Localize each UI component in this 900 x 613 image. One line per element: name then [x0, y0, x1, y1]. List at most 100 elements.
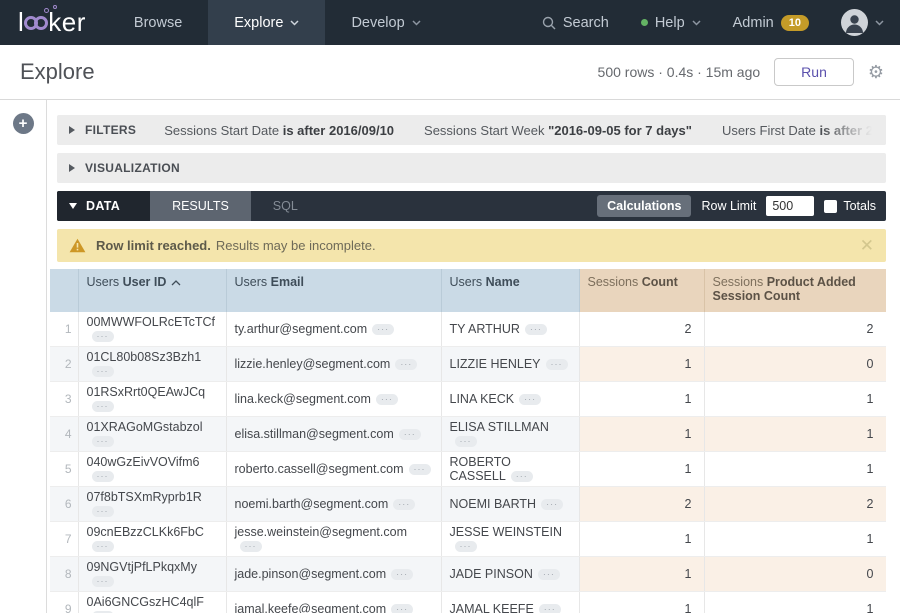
cell-email[interactable]: ty.arthur@segment.com··· [226, 312, 441, 347]
data-section-toggle[interactable]: DATA [57, 191, 150, 221]
totals-checkbox[interactable] [824, 200, 837, 213]
cell-menu-icon[interactable]: ··· [391, 569, 413, 580]
cell-count[interactable]: 1 [579, 347, 704, 382]
cell-count[interactable]: 2 [579, 487, 704, 522]
cell-user-id[interactable]: 01RSxRrt0QEAwJCq··· [78, 382, 226, 417]
cell-menu-icon[interactable]: ··· [455, 541, 477, 552]
cell-name[interactable]: LIZZIE HENLEY··· [441, 347, 579, 382]
cell-email[interactable]: noemi.barth@segment.com··· [226, 487, 441, 522]
cell-menu-icon[interactable]: ··· [92, 471, 114, 482]
column-header-name[interactable]: Users Name [441, 269, 579, 312]
visualization-bar[interactable]: VISUALIZATION [57, 153, 886, 183]
cell-menu-icon[interactable]: ··· [395, 359, 417, 370]
cell-menu-icon[interactable]: ··· [376, 394, 398, 405]
nav-item-browse[interactable]: Browse [108, 0, 208, 45]
cell-menu-icon[interactable]: ··· [92, 401, 114, 412]
cell-email[interactable]: elisa.stillman@segment.com··· [226, 417, 441, 452]
column-header-email[interactable]: Users Email [226, 269, 441, 312]
cell-user-id[interactable]: 0Ai6GNCGszHC4qlF··· [78, 592, 226, 613]
nav-admin[interactable]: Admin 10 [717, 15, 825, 31]
cell-user-id[interactable]: 09NGVtjPfLPkqxMy··· [78, 557, 226, 592]
cell-menu-icon[interactable]: ··· [519, 394, 541, 405]
cell-menu-icon[interactable]: ··· [455, 436, 477, 447]
add-field-button[interactable]: + [13, 113, 34, 134]
calculations-button[interactable]: Calculations [597, 195, 691, 217]
cell-name[interactable]: ELISA STILLMAN··· [441, 417, 579, 452]
cell-email[interactable]: lina.keck@segment.com··· [226, 382, 441, 417]
cell-product-added[interactable]: 0 [704, 347, 886, 382]
cell-product-added[interactable]: 1 [704, 452, 886, 487]
navbar-right: Search Help Admin 10 [526, 0, 900, 45]
cell-name[interactable]: JADE PINSON··· [441, 557, 579, 592]
cell-menu-icon[interactable]: ··· [539, 604, 561, 613]
nav-user-menu[interactable] [825, 9, 900, 36]
cell-email[interactable]: jesse.weinstein@segment.com··· [226, 522, 441, 557]
filter-item[interactable]: Sessions Start Week "2016-09-05 for 7 da… [424, 123, 692, 138]
run-button[interactable]: Run [774, 58, 854, 86]
tab-sql[interactable]: SQL [251, 191, 320, 221]
cell-menu-icon[interactable]: ··· [511, 471, 533, 482]
cell-menu-icon[interactable]: ··· [538, 569, 560, 580]
row-limit-input[interactable] [766, 196, 814, 216]
cell-email[interactable]: roberto.cassell@segment.com··· [226, 452, 441, 487]
cell-menu-icon[interactable]: ··· [92, 506, 114, 517]
cell-menu-icon[interactable]: ··· [399, 429, 421, 440]
cell-product-added[interactable]: 1 [704, 417, 886, 452]
cell-product-added[interactable]: 0 [704, 557, 886, 592]
nav-item-develop[interactable]: Develop [325, 0, 446, 45]
cell-count[interactable]: 1 [579, 592, 704, 613]
cell-email[interactable]: jamal.keefe@segment.com··· [226, 592, 441, 613]
cell-count[interactable]: 1 [579, 452, 704, 487]
cell-menu-icon[interactable]: ··· [409, 464, 431, 475]
cell-menu-icon[interactable]: ··· [92, 541, 114, 552]
cell-name[interactable]: JAMAL KEEFE··· [441, 592, 579, 613]
cell-name[interactable]: JESSE WEINSTEIN··· [441, 522, 579, 557]
close-icon[interactable]: ✕ [860, 236, 874, 256]
cell-menu-icon[interactable]: ··· [525, 324, 547, 335]
cell-menu-icon[interactable]: ··· [372, 324, 394, 335]
filter-item[interactable]: Sessions Start Date is after 2016/09/10 [164, 123, 394, 138]
cell-email[interactable]: jade.pinson@segment.com··· [226, 557, 441, 592]
cell-menu-icon[interactable]: ··· [92, 576, 114, 587]
cell-product-added[interactable]: 1 [704, 592, 886, 613]
cell-product-added[interactable]: 1 [704, 522, 886, 557]
cell-product-added[interactable]: 2 [704, 312, 886, 347]
cell-count[interactable]: 2 [579, 312, 704, 347]
cell-email[interactable]: lizzie.henley@segment.com··· [226, 347, 441, 382]
cell-menu-icon[interactable]: ··· [393, 499, 415, 510]
cell-name[interactable]: LINA KECK··· [441, 382, 579, 417]
nav-item-explore[interactable]: Explore [208, 0, 325, 45]
cell-product-added[interactable]: 2 [704, 487, 886, 522]
column-header-product-added[interactable]: Sessions Product Added Session Count [704, 269, 886, 312]
cell-name[interactable]: ROBERTO CASSELL··· [441, 452, 579, 487]
cell-name[interactable]: NOEMI BARTH··· [441, 487, 579, 522]
cell-count[interactable]: 1 [579, 417, 704, 452]
cell-menu-icon[interactable]: ··· [92, 436, 114, 447]
cell-menu-icon[interactable]: ··· [546, 359, 568, 370]
cell-menu-icon[interactable]: ··· [240, 541, 262, 552]
cell-menu-icon[interactable]: ··· [92, 331, 114, 342]
cell-user-id[interactable]: 09cnEBzzCLKk6FbC··· [78, 522, 226, 557]
cell-user-id[interactable]: 01XRAGoMGstabzol··· [78, 417, 226, 452]
cell-user-id[interactable]: 00MWWFOLRcETcTCf··· [78, 312, 226, 347]
cell-user-id[interactable]: 07f8bTSXmRyprb1R··· [78, 487, 226, 522]
nav-search[interactable]: Search [526, 15, 625, 31]
nav-help[interactable]: Help [625, 15, 717, 31]
filters-bar[interactable]: FILTERS Sessions Start Date is after 201… [57, 115, 886, 145]
column-header-count[interactable]: Sessions Count [579, 269, 704, 312]
looker-logo[interactable]: lker [0, 0, 108, 45]
cell-menu-icon[interactable]: ··· [391, 604, 413, 613]
cell-count[interactable]: 1 [579, 557, 704, 592]
cell-count[interactable]: 1 [579, 522, 704, 557]
cell-user-id[interactable]: 01CL80b08Sz3Bzh1··· [78, 347, 226, 382]
cell-user-id[interactable]: 040wGzEivVOVifm6··· [78, 452, 226, 487]
avatar [841, 9, 868, 36]
column-header-user-id[interactable]: Users User ID [78, 269, 226, 312]
cell-menu-icon[interactable]: ··· [541, 499, 563, 510]
cell-count[interactable]: 1 [579, 382, 704, 417]
gear-icon[interactable]: ⚙ [868, 63, 884, 81]
tab-results[interactable]: RESULTS [150, 191, 251, 221]
cell-menu-icon[interactable]: ··· [92, 366, 114, 377]
cell-name[interactable]: TY ARTHUR··· [441, 312, 579, 347]
cell-product-added[interactable]: 1 [704, 382, 886, 417]
